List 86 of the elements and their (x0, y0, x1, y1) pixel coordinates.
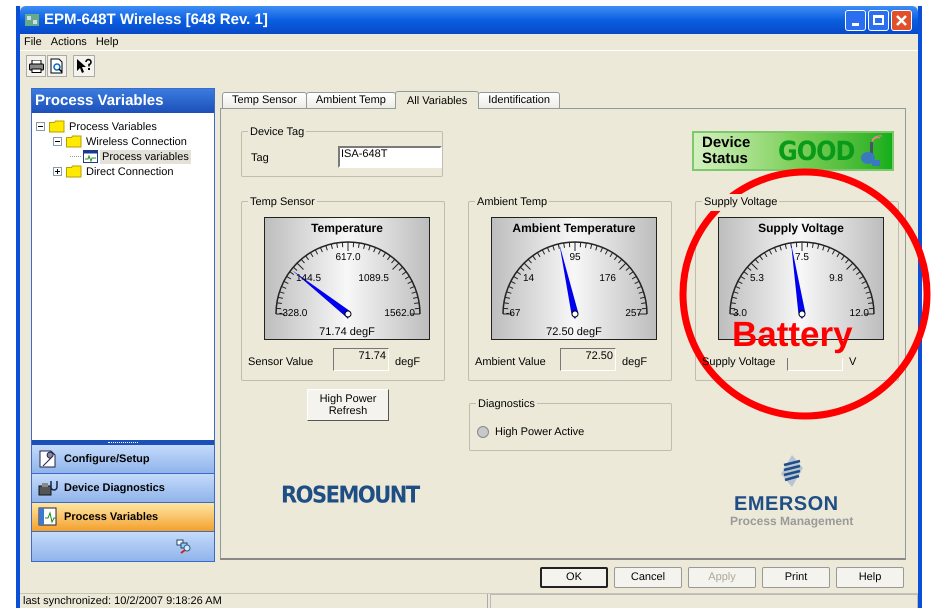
page-magnifier-icon (50, 58, 64, 74)
splitter-handle[interactable] (32, 440, 214, 445)
tick-label: 176 (599, 273, 616, 285)
tree-item[interactable]: Process variables (100, 150, 191, 164)
value-field (787, 358, 843, 371)
nav-item[interactable]: Process Variables (32, 503, 214, 532)
rosemount-logo: ROSEMOUNT (281, 480, 419, 510)
search-icon[interactable] (176, 539, 192, 554)
panel-header: Process Variables (32, 89, 214, 113)
gauge-reading: 72.50 degF (545, 325, 603, 340)
transmitter-icon (858, 134, 884, 168)
unit-label: degF (395, 355, 420, 370)
chart-window-icon (38, 507, 58, 527)
tree-item[interactable]: Process Variables (67, 120, 159, 134)
plus-icon (55, 169, 60, 174)
field-label: Sensor Value (248, 355, 314, 370)
menu-item[interactable]: File (24, 34, 42, 50)
chart-page-icon (83, 150, 98, 163)
field-label: Ambient Value (475, 355, 546, 370)
tick-label: 257 (625, 308, 642, 320)
app-icon (24, 12, 40, 28)
close-button[interactable] (891, 10, 912, 30)
dialog-button[interactable]: Cancel (614, 567, 682, 588)
group-title: Diagnostics (476, 396, 537, 412)
tab[interactable]: All Variables (394, 91, 480, 109)
emerson-emblem-icon (781, 455, 803, 487)
print-preview-button[interactable] (47, 55, 67, 77)
tick-label: 7.5 (794, 252, 810, 264)
group-title: Temp Sensor (248, 194, 317, 210)
arrow-question-icon (76, 58, 92, 74)
value-field: 71.74 (333, 348, 389, 371)
gauge-title: Supply Voltage (757, 220, 845, 237)
gauge-reading: 71.74 degF (318, 325, 376, 340)
tree-item[interactable]: Wireless Connection (84, 134, 189, 148)
unit-label: V (849, 355, 856, 370)
close-icon (896, 14, 907, 26)
tag-field[interactable]: ISA-648T (338, 146, 442, 168)
menu-item[interactable]: Help (96, 34, 118, 50)
tick-label: 1562.0 (384, 308, 415, 320)
collapse-toggle[interactable] (36, 122, 45, 131)
field-label: Tag (251, 151, 269, 166)
group-title: Device Tag (248, 124, 306, 140)
tick-label: -328.0 (279, 308, 308, 320)
folder-icon (66, 165, 82, 178)
tab[interactable]: Temp Sensor (222, 92, 307, 108)
menu-item[interactable]: Actions (50, 34, 87, 50)
gauge-title: Temperature (310, 220, 384, 237)
gauge-title: Ambient Temperature (511, 220, 637, 237)
maximize-button[interactable] (868, 10, 889, 30)
tick-label: 5.3 (750, 273, 764, 285)
folder-icon (49, 120, 65, 133)
status-value: GOOD (778, 134, 854, 168)
dialog-button[interactable]: Help (836, 567, 904, 588)
tick-label: 12.0 (850, 308, 869, 320)
tab[interactable]: Identification (478, 92, 560, 108)
tick-label: -67 (506, 308, 520, 320)
status-bar-text: last synchronized: 10/2/2007 9:18:26 AM (20, 594, 488, 608)
indicator-label: High Power Active (495, 425, 584, 440)
tick-label: 1089.5 (358, 273, 389, 285)
dialog-button[interactable]: Print (762, 567, 830, 588)
minus-icon (38, 124, 43, 129)
folder-icon (66, 135, 82, 148)
dialog-button[interactable]: OK (540, 567, 608, 588)
nav-item[interactable]: Configure/Setup (32, 445, 214, 474)
unit-label: degF (622, 355, 648, 370)
group-title: Supply Voltage (702, 194, 780, 210)
tree-item[interactable]: Direct Connection (84, 164, 176, 178)
print-button[interactable] (26, 55, 46, 77)
printer-icon (28, 60, 44, 72)
tab[interactable]: Ambient Temp (306, 92, 396, 108)
status-label: Device Status (702, 135, 752, 167)
help-pointer-button[interactable] (73, 55, 95, 77)
window-title: EPM-648T Wireless [648 Rev. 1] (44, 10, 268, 30)
expand-toggle[interactable] (53, 167, 62, 176)
device-stethoscope-icon (38, 478, 58, 498)
group-title: Ambient Temp (475, 194, 550, 210)
tick-label: 9.8 (829, 273, 843, 285)
tick-label: 95 (568, 252, 582, 264)
tick-label: 14 (523, 273, 534, 285)
minus-icon (55, 139, 60, 144)
nav-item[interactable]: Device Diagnostics (32, 474, 214, 503)
minimize-button[interactable] (845, 10, 866, 30)
collapse-toggle[interactable] (53, 137, 62, 146)
tick-label: 617.0 (334, 252, 362, 264)
high-power-refresh-button[interactable]: High Power Refresh (307, 389, 389, 421)
value-field: 72.50 (560, 348, 616, 371)
